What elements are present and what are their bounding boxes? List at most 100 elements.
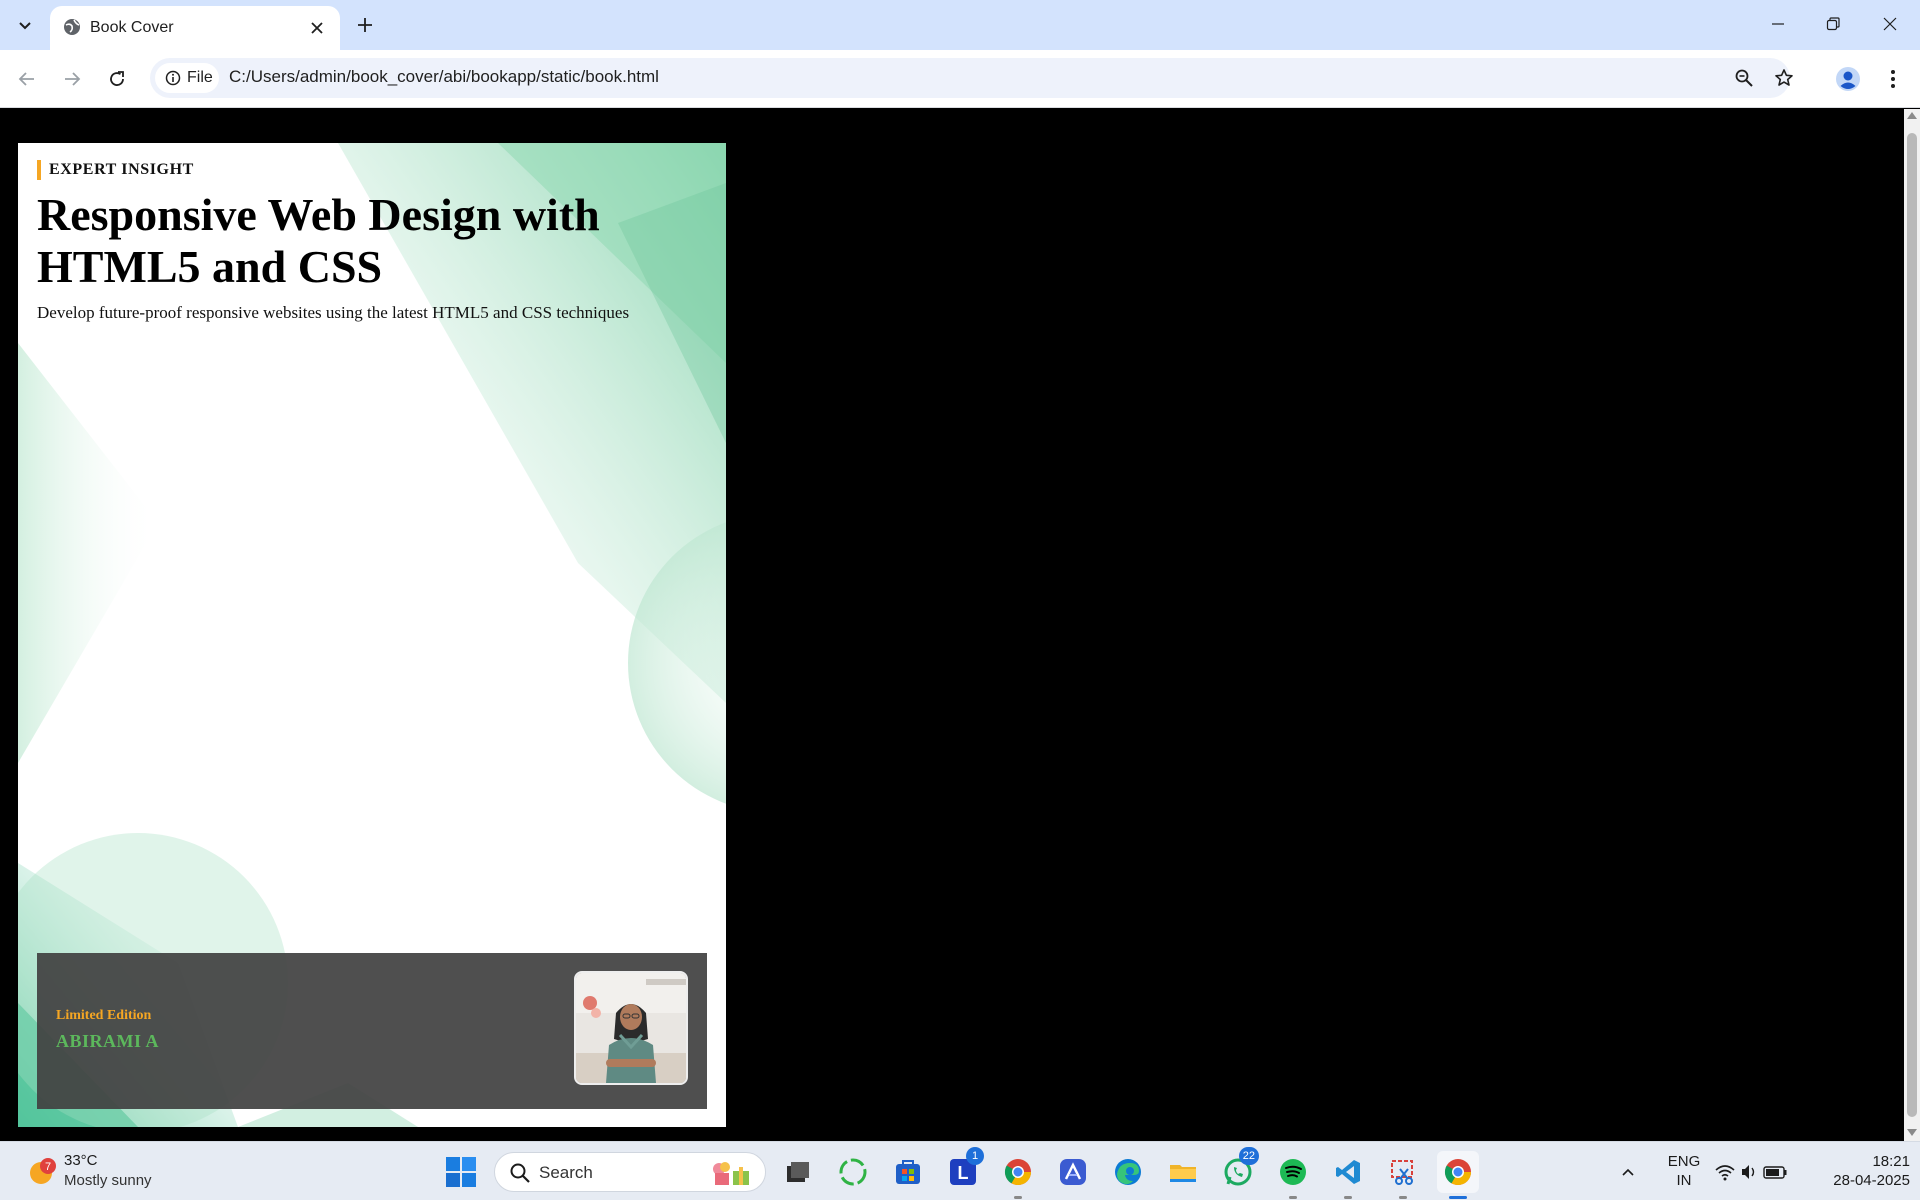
chrome-profile-button[interactable]	[997, 1151, 1039, 1199]
file-explorer-button[interactable]	[1162, 1151, 1204, 1193]
arrow-right-icon	[65, 72, 81, 86]
series-label: EXPERT INSIGHT	[37, 160, 194, 180]
snipping-tool-icon	[1391, 1160, 1413, 1185]
task-view-icon	[787, 1162, 809, 1182]
weather-temperature: 33°C	[64, 1152, 98, 1169]
svg-text:L: L	[958, 1163, 969, 1183]
wifi-icon	[1715, 1165, 1735, 1181]
whatsapp-button[interactable]: 22	[1217, 1147, 1259, 1193]
quick-settings-button[interactable]	[1712, 1151, 1792, 1193]
weather-alert-count: 7	[45, 1161, 51, 1173]
active-app-indicator	[1449, 1196, 1467, 1199]
minimize-button[interactable]	[1752, 5, 1804, 43]
close-icon	[1883, 17, 1897, 31]
system-clock[interactable]: 18:21 28-04-2025	[1800, 1152, 1910, 1190]
vscode-button[interactable]	[1327, 1151, 1369, 1199]
volume-icon	[1742, 1165, 1755, 1179]
search-highlight-icon	[713, 1162, 749, 1185]
reload-button[interactable]	[100, 62, 134, 96]
close-icon	[311, 22, 323, 34]
copilot-button[interactable]	[832, 1151, 874, 1193]
tab-close-button[interactable]	[304, 15, 330, 41]
zoom-icon	[1735, 69, 1753, 87]
site-info-chip[interactable]: File	[155, 63, 219, 93]
running-indicator	[1289, 1196, 1297, 1199]
copilot-icon	[839, 1158, 867, 1186]
back-button[interactable]	[10, 62, 44, 96]
edge-button[interactable]	[1107, 1151, 1149, 1193]
microsoft-store-button[interactable]	[887, 1151, 929, 1193]
l-app-badge: 1	[966, 1147, 984, 1165]
folder-icon	[1170, 1165, 1196, 1182]
taskbar: 7 33°C Mostly sunny Search L 1 22 ENG IN…	[0, 1141, 1920, 1200]
profile-button[interactable]	[1831, 62, 1865, 96]
tab-strip: Book Cover	[0, 0, 1920, 50]
snipping-tool-button[interactable]	[1382, 1151, 1424, 1199]
running-indicator	[1399, 1196, 1407, 1199]
author-photo	[574, 971, 688, 1085]
author-name: ABIRAMI A	[56, 1031, 160, 1051]
page-viewport: EXPERT INSIGHT Responsive Web Design wit…	[0, 109, 1904, 1141]
edge-icon	[1115, 1159, 1141, 1185]
author-panel: Limited Edition ABIRAMI A	[37, 953, 707, 1109]
kebab-menu-icon	[1891, 70, 1895, 88]
bookmark-button[interactable]	[1770, 64, 1798, 92]
whatsapp-badge: 22	[1238, 1147, 1259, 1165]
scrollbar-thumb[interactable]	[1907, 133, 1917, 1117]
edition-label: Limited Edition	[56, 1008, 152, 1023]
forward-button[interactable]	[55, 62, 89, 96]
running-indicator	[1014, 1196, 1022, 1199]
globe-icon	[62, 17, 82, 42]
zoom-button[interactable]	[1730, 64, 1758, 92]
star-icon	[1775, 69, 1793, 86]
new-tab-button[interactable]	[350, 10, 380, 40]
address-bar[interactable]: File C:/Users/admin/book_cover/abi/booka…	[150, 58, 1793, 98]
search-label: Search	[539, 1163, 593, 1182]
tab-title: Book Cover	[90, 19, 174, 36]
spotify-icon	[1280, 1159, 1306, 1185]
chrome-button[interactable]	[1437, 1151, 1479, 1199]
vertical-scrollbar[interactable]	[1904, 109, 1920, 1141]
chevron-down-icon	[18, 22, 31, 30]
weather-condition: Mostly sunny	[64, 1172, 152, 1189]
weather-widget[interactable]: 7 33°C Mostly sunny	[26, 1150, 186, 1194]
restore-button[interactable]	[1807, 5, 1859, 43]
show-hidden-icons-button[interactable]	[1610, 1151, 1646, 1193]
sun-icon: 7	[30, 1158, 56, 1184]
browser-toolbar: File C:/Users/admin/book_cover/abi/booka…	[0, 50, 1920, 108]
arrow-left-icon	[18, 72, 34, 86]
minimize-icon	[1772, 23, 1784, 25]
url-text[interactable]: C:/Users/admin/book_cover/abi/bookapp/st…	[229, 67, 659, 87]
task-view-button[interactable]	[777, 1151, 819, 1193]
tab-search-button[interactable]	[8, 10, 41, 40]
l-app-button[interactable]: L 1	[942, 1147, 984, 1193]
reload-icon	[110, 71, 124, 86]
close-window-button[interactable]	[1864, 5, 1916, 43]
clock-date: 28-04-2025	[1833, 1172, 1910, 1189]
avatar-icon	[1836, 67, 1860, 91]
restore-icon	[1826, 17, 1840, 31]
clock-time: 18:21	[1872, 1153, 1910, 1170]
browser-tab[interactable]: Book Cover	[50, 6, 340, 50]
book-subtitle: Develop future-proof responsive websites…	[37, 303, 630, 322]
windows-logo-icon	[446, 1157, 476, 1187]
browser-menu-button[interactable]	[1878, 62, 1908, 96]
chrome-icon	[1004, 1159, 1032, 1186]
scroll-down-arrow-icon[interactable]	[1907, 1129, 1917, 1136]
book-title: Responsive Web Design with HTML5 and CSS	[37, 189, 600, 292]
chrome-icon	[1444, 1159, 1472, 1186]
running-indicator	[1344, 1196, 1352, 1199]
vscode-icon	[1336, 1160, 1360, 1184]
affinity-button[interactable]	[1052, 1151, 1094, 1193]
author-portrait-image	[576, 973, 686, 1083]
plus-icon	[358, 18, 372, 32]
scroll-up-arrow-icon[interactable]	[1907, 112, 1917, 119]
start-button[interactable]	[444, 1155, 478, 1189]
taskbar-search[interactable]: Search	[494, 1152, 766, 1192]
info-icon	[165, 70, 181, 86]
spotify-button[interactable]	[1272, 1151, 1314, 1199]
language-indicator[interactable]: ENG IN	[1664, 1152, 1704, 1190]
chevron-up-icon	[1622, 1168, 1634, 1176]
system-status-icons	[1715, 1165, 1787, 1181]
search-icon	[510, 1163, 530, 1183]
